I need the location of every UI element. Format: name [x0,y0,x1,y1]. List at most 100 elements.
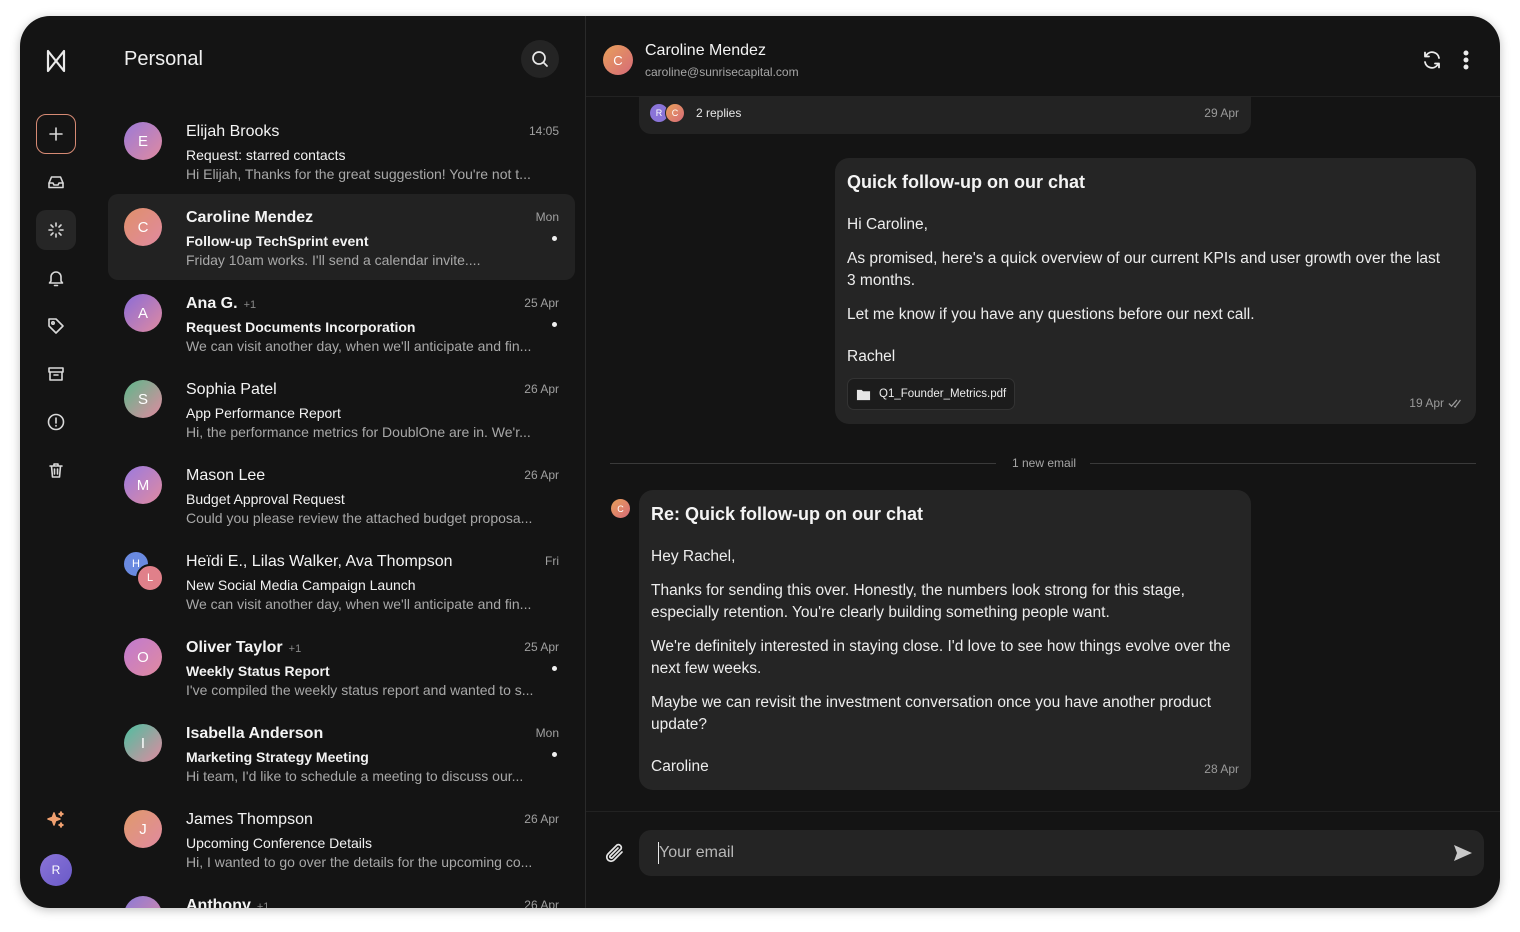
thread-sender: Isabella Anderson [186,725,329,743]
email-paragraph: Thanks for sending this over. Honestly, … [651,582,1185,621]
search-icon [532,51,548,67]
send-button[interactable] [1452,842,1474,864]
thread-preview: Friday 10am works. I'll send a calendar … [186,252,481,268]
thread-sender-name: Caroline Mendez [186,209,314,226]
thread-avatar: L [136,564,164,592]
thread-preview: Could you please review the attached bud… [186,510,533,526]
thread-subject: Weekly Status Report [186,663,330,679]
email-paragraph: Maybe we can revisit the investment conv… [651,694,1212,733]
compose-button[interactable] [36,114,76,154]
double-check-icon [1448,399,1461,408]
email-subject: Quick follow-up on our chat [847,172,1085,192]
more-options-button[interactable] [1454,48,1478,72]
email-subject: Re: Quick follow-up on our chat [651,504,923,524]
thread-preview: Hi team, I'd like to schedule a meeting … [186,768,524,784]
thread-row[interactable]: A Anthony +1 26 Apr [108,882,575,908]
thread-time: Fri [545,554,559,568]
user-avatar[interactable]: R [40,854,72,886]
inbox-icon [48,176,64,189]
thread-row[interactable]: O Oliver Taylor +1 25 Apr Weekly Status Repo… [108,624,575,710]
thread-avatar: A [124,896,162,908]
thread-row[interactable]: M Mason Lee 26 Apr Budget Approval Request C… [108,452,575,538]
archive-button[interactable] [36,354,76,394]
text-caret [658,842,659,864]
thread-sender: Ana G. +1 [186,295,256,313]
trash-icon [49,463,63,478]
email-date: 28 Apr [1204,762,1239,776]
thread-sender: Mason Lee [186,467,271,485]
thread-subject: Upcoming Conference Details [186,835,372,851]
nav-rail: R [20,16,92,908]
thread-avatar: O [124,638,162,676]
thread-row[interactable]: S Sophia Patel 26 Apr App Performance Repor… [108,366,575,452]
thread-time: 26 Apr [524,898,559,908]
search-button[interactable] [521,40,559,78]
new-email-divider: 1 new email [610,456,1476,470]
thread-preview: We can visit another day, when we'll ant… [186,338,532,354]
thread-subject: Follow-up TechSprint event [186,233,369,249]
thread-preview: I've compiled the weekly status report a… [186,682,534,698]
thread-sender: Anthony +1 [186,897,269,908]
thread-sender-name: Mason Lee [186,467,266,484]
divider-line [610,463,996,464]
thread-avatar: A [124,294,162,332]
divider-line [1090,463,1476,464]
tags-button[interactable] [36,306,76,346]
inbox-button[interactable] [36,162,76,202]
attachment-filename: Q1_Founder_Metrics.pdf [879,388,1007,400]
thread-time: Mon [535,210,559,224]
email-input[interactable] [639,830,1484,876]
thread-row[interactable]: C Caroline Mendez Mon Follow-up TechSprint … [108,194,575,280]
trash-button[interactable] [36,450,76,490]
thread-row[interactable]: J James Thompson 26 Apr Upcoming Conference… [108,796,575,882]
spam-button[interactable] [36,402,76,442]
refresh-button[interactable] [1420,48,1444,72]
contact-avatar: C [603,45,633,75]
unread-dot [552,666,557,671]
thread-row[interactable]: E Elijah Brooks 14:05 Request: starred cont… [108,108,575,194]
notifications-button[interactable] [36,258,76,298]
send-icon [1454,845,1472,861]
thread-preview: Hi, I wanted to go over the details for … [186,854,533,870]
thread-row[interactable]: A Ana G. +1 25 Apr Request Documents Incorpo… [108,280,575,366]
thread-time: 25 Apr [524,640,559,654]
thread-list: E Elijah Brooks 14:05 Request: starred cont… [108,108,575,908]
paperclip-icon [605,843,623,863]
thread-row[interactable]: H L Heïdi E., Lilas Walker, Ava Thompson Fr… [108,538,575,624]
ai-assistant-button[interactable] [36,800,76,840]
thread-avatar: S [124,380,162,418]
replies-summary[interactable]: R C 2 replies 29 Apr [639,96,1251,134]
thread-subject: New Social Media Campaign Launch [186,577,416,593]
refresh-icon [1424,51,1440,69]
attachment-chip[interactable]: Q1_Founder_Metrics.pdf [847,378,1016,410]
archive-icon [48,367,64,381]
contact-name: Caroline Mendez [645,42,766,59]
plus-icon [49,127,63,141]
thread-sender: James Thompson [186,811,319,829]
highlights-button[interactable] [36,210,76,250]
divider-label: 1 new email [1012,456,1077,470]
thread-row[interactable]: I Isabella Anderson Mon Marketing Strategy … [108,710,575,796]
folder-icon [856,389,871,400]
email-signature: Rachel [847,348,896,365]
thread-time: 14:05 [528,124,559,138]
more-vertical-icon [1463,50,1469,70]
app-logo-icon[interactable] [44,48,68,74]
thread-subject: Marketing Strategy Meeting [186,749,369,765]
email-greeting: Hi Caroline, [847,216,928,233]
thread-sender-name: Sophia Patel [186,381,277,398]
thread-participant-count: +1 [256,901,270,908]
sent-email-card: Quick follow-up on our chat Hi Caroline,… [835,158,1476,424]
email-paragraph: As promised, here's a quick overview of … [847,250,1441,289]
unread-dot [552,236,557,241]
thread-participant-count: +1 [288,643,302,655]
unread-dot [552,752,557,757]
reply-avatar: C [665,103,685,123]
attach-button[interactable] [602,840,630,868]
thread-sender: Heïdi E., Lilas Walker, Ava Thompson [186,553,459,571]
thread-avatar: M [124,466,162,504]
thread-time: Mon [535,726,559,740]
sent-date-text: 19 Apr [1409,396,1444,410]
thread-subject: Request: starred contacts [186,147,346,163]
thread-preview: Hi Elijah, Thanks for the great suggesti… [186,166,531,182]
